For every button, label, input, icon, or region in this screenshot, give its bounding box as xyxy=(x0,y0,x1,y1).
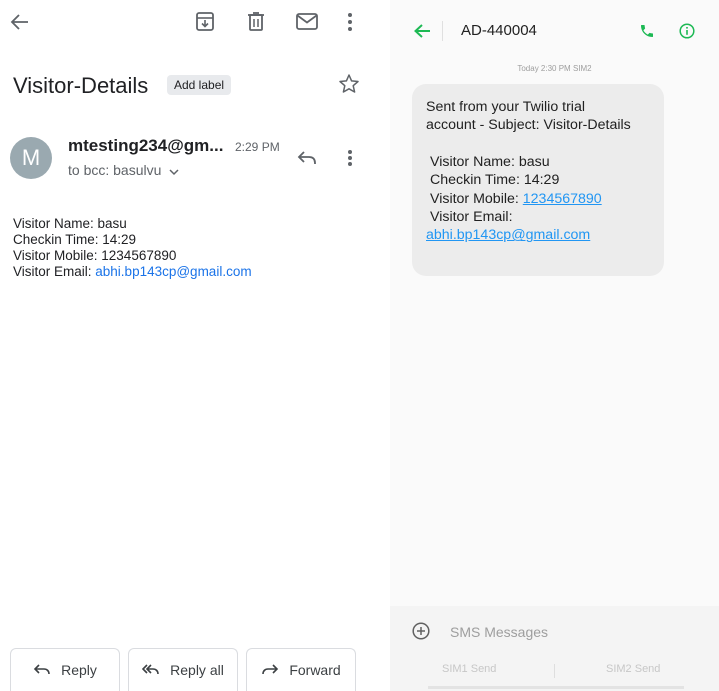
message-email-label: Visitor Email: xyxy=(430,209,513,226)
star-icon[interactable] xyxy=(337,72,361,96)
mobile-label: Visitor Mobile: xyxy=(430,190,523,207)
more-vert-icon[interactable] xyxy=(340,10,360,34)
reply-all-label: Reply all xyxy=(170,662,224,678)
message-timestamp: Today 2:30 PM SIM2 xyxy=(517,64,592,73)
message-text: Sent from your Twilio trial account - Su… xyxy=(426,98,631,245)
message-gap xyxy=(426,135,631,153)
info-icon[interactable] xyxy=(679,23,695,39)
gmail-email-view: Visitor-Details Add label M mtesting234@… xyxy=(0,0,372,691)
forward-icon xyxy=(262,664,279,675)
chevron-down-icon[interactable] xyxy=(168,165,180,177)
email-link[interactable]: abhi.bp143cp@gmail.com xyxy=(426,227,590,243)
subject-row: Visitor-Details Add label xyxy=(13,70,363,104)
sim-divider xyxy=(554,664,555,678)
reply-icon[interactable] xyxy=(296,148,318,168)
email-actions: Reply Reply all Forward xyxy=(10,648,362,691)
reply-all-button[interactable]: Reply all xyxy=(128,648,238,691)
message-visitor-name: Visitor Name: basu xyxy=(430,153,550,170)
sim2-send-button[interactable]: SIM2 Send xyxy=(606,663,660,675)
phone-icon[interactable] xyxy=(639,22,655,40)
message-input[interactable]: SMS Messages xyxy=(450,624,548,640)
reply-label: Reply xyxy=(61,662,97,678)
mail-icon[interactable] xyxy=(294,10,320,34)
forward-label: Forward xyxy=(289,662,341,678)
message-more-vert-icon[interactable] xyxy=(342,146,358,170)
message-visitor-mobile: Visitor Mobile: 1234567890 xyxy=(426,190,631,208)
delete-icon[interactable] xyxy=(245,10,267,34)
header-divider xyxy=(442,21,443,41)
reply-arrow-icon xyxy=(33,664,50,675)
body-visitor-mobile: Visitor Mobile: 1234567890 xyxy=(13,248,177,263)
archive-icon[interactable] xyxy=(194,10,216,34)
message-line-2: account - Subject: Visitor-Details xyxy=(426,117,631,134)
sim-send-bar xyxy=(428,686,684,689)
sms-conversation-view: AD-440004 Today 2:30 PM SIM2 Sent from y… xyxy=(390,0,719,691)
body-email-label: Visitor Email: xyxy=(13,264,96,279)
mobile-link[interactable]: 1234567890 xyxy=(523,191,602,207)
message-checkin-time: Checkin Time: 14:29 xyxy=(430,172,560,189)
forward-button[interactable]: Forward xyxy=(246,648,356,691)
body-checkin-time: Checkin Time: 14:29 xyxy=(13,232,137,247)
message-email-row: abhi.bp143cp@gmail.com xyxy=(426,226,631,244)
back-arrow-icon[interactable] xyxy=(413,23,431,39)
reply-all-icon xyxy=(142,664,159,675)
email-subject: Visitor-Details xyxy=(13,73,149,98)
gmail-toolbar xyxy=(0,0,372,46)
body-email-link[interactable]: abhi.bp143cp@gmail.com xyxy=(95,264,251,279)
body-visitor-email: Visitor Email: abhi.bp143cp@gmail.com xyxy=(13,264,252,280)
sim1-send-button[interactable]: SIM1 Send xyxy=(442,663,496,675)
contact-name: AD-440004 xyxy=(461,22,537,39)
add-circle-icon[interactable] xyxy=(412,622,430,640)
compose-bar: SMS Messages SIM1 Send SIM2 Send xyxy=(390,606,719,691)
add-label-button[interactable]: Add label xyxy=(167,75,232,95)
email-body: Visitor Name: basu Checkin Time: 14:29 V… xyxy=(13,216,252,280)
message-bubble[interactable]: Sent from your Twilio trial account - Su… xyxy=(412,84,664,276)
sms-header: AD-440004 xyxy=(390,0,719,60)
avatar[interactable]: M xyxy=(10,137,52,179)
email-time: 2:29 PM xyxy=(235,140,280,154)
message-line-1: Sent from your Twilio trial xyxy=(426,99,586,115)
recipient-line: to bcc: basulvu xyxy=(68,162,162,178)
reply-button[interactable]: Reply xyxy=(10,648,120,691)
body-visitor-name: Visitor Name: basu xyxy=(13,216,127,231)
sender-name[interactable]: mtesting234@gm... xyxy=(68,136,223,156)
recipient-details[interactable]: to bcc: basulvu xyxy=(68,162,180,180)
back-arrow-icon[interactable] xyxy=(8,10,32,34)
